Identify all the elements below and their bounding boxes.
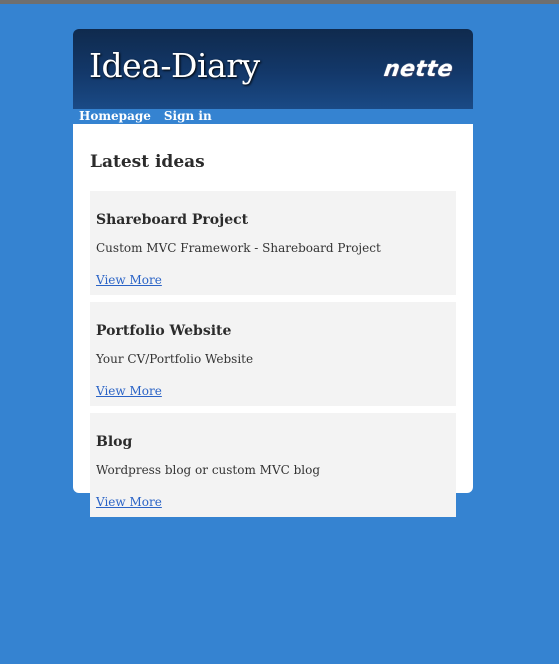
idea-title: Shareboard Project	[96, 212, 249, 228]
view-more-link[interactable]: View More	[96, 495, 162, 509]
idea-title: Portfolio Website	[96, 323, 232, 339]
window-top-strip	[0, 0, 559, 4]
idea-card: Blog Wordpress blog or custom MVC blog V…	[90, 413, 456, 517]
site-header: Idea-Diary nette	[73, 29, 473, 109]
page-heading: Latest ideas	[90, 152, 205, 172]
nav-homepage-link[interactable]: Homepage	[79, 109, 151, 124]
main-content: Latest ideas Shareboard Project Custom M…	[73, 124, 473, 517]
idea-card: Shareboard Project Custom MVC Framework …	[90, 191, 456, 295]
page-container: Idea-Diary nette Homepage Sign in Latest…	[73, 29, 473, 517]
idea-description: Wordpress blog or custom MVC blog	[96, 463, 321, 477]
view-more-link[interactable]: View More	[96, 384, 162, 398]
view-more-link[interactable]: View More	[96, 273, 162, 287]
main-nav: Homepage Sign in	[73, 109, 473, 124]
idea-description: Your CV/Portfolio Website	[96, 352, 254, 366]
idea-card: Portfolio Website Your CV/Portfolio Webs…	[90, 302, 456, 406]
site-title: Idea-Diary	[89, 46, 260, 85]
nav-sign-in-link[interactable]: Sign in	[164, 109, 212, 124]
nette-logo: nette	[382, 57, 455, 82]
idea-description: Custom MVC Framework - Shareboard Projec…	[96, 241, 381, 255]
idea-title: Blog	[96, 434, 133, 450]
